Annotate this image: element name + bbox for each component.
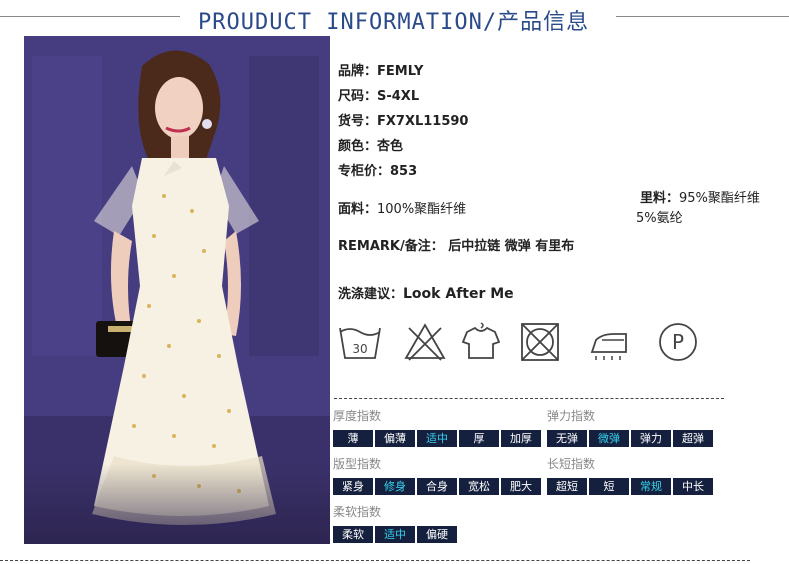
softness-option: 柔软 xyxy=(333,526,373,543)
wash-temp-text: 30 xyxy=(352,342,367,356)
thickness-option: 厚 xyxy=(459,430,499,447)
length-option: 中长 xyxy=(673,478,713,495)
size-line: 尺码：S-4XL xyxy=(338,89,420,104)
wash-30-icon: 30 xyxy=(339,327,381,359)
fit-option-selected: 修身 xyxy=(375,478,415,495)
hang-dry-icon xyxy=(461,322,501,359)
brand-line: 品牌：FEMLY xyxy=(338,64,424,79)
wash-value: Look After Me xyxy=(403,286,514,302)
length-option: 短 xyxy=(589,478,629,495)
thickness-option: 薄 xyxy=(333,430,373,447)
remark-line: REMARK/备注： 后中拉链 微弹 有里布 xyxy=(338,239,575,254)
sku-line: 货号：FX7XL11590 xyxy=(338,114,469,129)
header-rule-left xyxy=(0,16,180,17)
dry-clean-p-icon: P xyxy=(659,323,697,361)
lining-value-1: 95%聚酯纤维 xyxy=(679,191,760,206)
lining-line: 里料：95%聚酯纤维 xyxy=(640,187,760,206)
iron-icon xyxy=(590,333,627,360)
fit-option: 宽松 xyxy=(459,478,499,495)
fit-title: 版型指数 xyxy=(333,457,382,471)
wash-label: 洗涤建议： xyxy=(338,287,404,302)
thickness-option: 加厚 xyxy=(501,430,541,447)
elasticity-option: 无弹 xyxy=(547,430,587,447)
divider-bottom xyxy=(0,560,750,561)
fabric-line: 面料：100%聚酯纤维 xyxy=(338,198,466,217)
thickness-option-selected: 适中 xyxy=(417,430,457,447)
product-photo xyxy=(24,36,330,544)
length-option-selected: 常规 xyxy=(631,478,671,495)
elasticity-option: 弹力 xyxy=(631,430,671,447)
header-rule-right xyxy=(616,16,789,17)
no-tumble-dry-icon xyxy=(521,323,559,361)
fabric-label: 面料： xyxy=(338,202,378,217)
elasticity-option-selected: 微弹 xyxy=(589,430,629,447)
color-line: 颜色：杏色 xyxy=(338,139,404,154)
elasticity-title: 弹力指数 xyxy=(547,409,596,423)
wash-line: 洗涤建议：Look After Me xyxy=(338,283,514,302)
fit-option: 肥大 xyxy=(501,478,541,495)
softness-options: 柔软 适中 偏硬 xyxy=(333,526,457,543)
softness-title: 柔软指数 xyxy=(333,505,382,519)
divider-middle xyxy=(334,398,724,399)
lining-label: 里料： xyxy=(640,191,680,206)
softness-option-selected: 适中 xyxy=(375,526,415,543)
price-line: 专柜价：853 xyxy=(338,164,418,179)
fit-option: 合身 xyxy=(417,478,457,495)
no-bleach-icon xyxy=(404,323,446,361)
elasticity-options: 无弹 微弹 弹力 超弹 xyxy=(547,430,713,447)
thickness-title: 厚度指数 xyxy=(333,409,382,423)
dry-clean-letter: P xyxy=(672,330,684,354)
fabric-value: 100%聚酯纤维 xyxy=(377,202,467,217)
page-title: PROUDUCT INFORMATION/产品信息 xyxy=(198,10,590,35)
length-title: 长短指数 xyxy=(547,457,596,471)
elasticity-option: 超弹 xyxy=(673,430,713,447)
lining-line-2: 5%氨纶 xyxy=(636,211,683,226)
length-options: 超短 短 常规 中长 xyxy=(547,478,713,495)
length-option: 超短 xyxy=(547,478,587,495)
softness-option: 偏硬 xyxy=(417,526,457,543)
thickness-options: 薄 偏薄 适中 厚 加厚 xyxy=(333,430,541,447)
fit-options: 紧身 修身 合身 宽松 肥大 xyxy=(333,478,541,495)
thickness-option: 偏薄 xyxy=(375,430,415,447)
photo-shadow xyxy=(24,464,330,544)
fit-option: 紧身 xyxy=(333,478,373,495)
